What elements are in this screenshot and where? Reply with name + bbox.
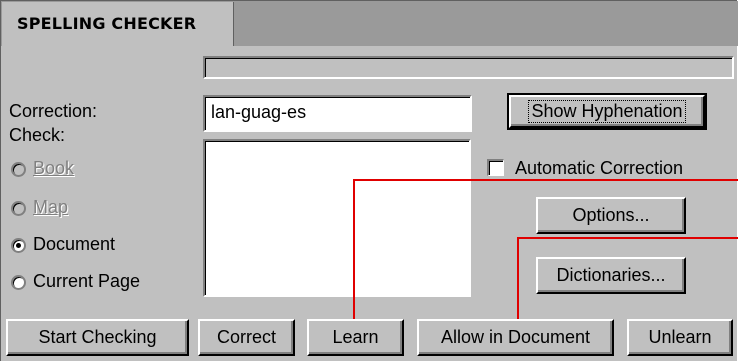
- correct-button[interactable]: Correct: [198, 319, 295, 356]
- start-checking-button[interactable]: Start Checking: [6, 319, 189, 356]
- radio-current-page-label: Current Page: [33, 271, 141, 291]
- callout-line-learn-vertical: [353, 179, 355, 319]
- start-checking-label: Start Checking: [38, 327, 157, 347]
- check-label: Check:: [9, 125, 66, 145]
- allow-in-document-button[interactable]: Allow in Document: [417, 319, 614, 356]
- status-bar: [203, 56, 734, 79]
- dictionaries-label: Dictionaries...: [556, 265, 666, 285]
- allow-in-document-label: Allow in Document: [440, 327, 591, 347]
- tab-spelling-checker[interactable]: SPELLING CHECKER: [2, 2, 234, 46]
- radio-map-label: Map: [33, 197, 69, 217]
- radio-document[interactable]: [11, 238, 26, 253]
- callout-line-allow-horizontal: [517, 237, 738, 239]
- correction-label: Correction:: [9, 101, 98, 121]
- suggestions-list[interactable]: [203, 139, 471, 297]
- radio-selected-dot: [16, 243, 21, 248]
- options-label: Options...: [572, 205, 650, 225]
- radio-book[interactable]: [11, 162, 26, 177]
- tab-title: SPELLING CHECKER: [17, 14, 197, 33]
- automatic-correction-checkbox[interactable]: [487, 159, 504, 176]
- correct-label: Correct: [216, 327, 276, 347]
- radio-book-label: Book: [33, 158, 75, 178]
- show-hyphenation-button[interactable]: Show Hyphenation: [507, 93, 707, 130]
- unlearn-label: Unlearn: [648, 327, 712, 347]
- radio-current-page[interactable]: [11, 275, 26, 290]
- correction-value: lan-guag-es: [211, 102, 307, 122]
- options-button[interactable]: Options...: [536, 197, 686, 234]
- radio-document-label: Document: [33, 234, 116, 254]
- automatic-correction-label: Automatic Correction: [515, 158, 684, 178]
- learn-label: Learn: [332, 327, 379, 347]
- radio-map[interactable]: [11, 201, 26, 216]
- correction-input[interactable]: lan-guag-es: [203, 95, 472, 132]
- unlearn-button[interactable]: Unlearn: [627, 319, 733, 356]
- learn-button[interactable]: Learn: [307, 319, 404, 356]
- spelling-checker-dialog: SPELLING CHECKER Correction: lan-guag-es…: [0, 0, 738, 361]
- callout-line-learn-horizontal: [353, 179, 738, 181]
- show-hyphenation-label: Show Hyphenation: [528, 100, 686, 123]
- dictionaries-button[interactable]: Dictionaries...: [536, 257, 686, 294]
- tab-bar: SPELLING CHECKER: [1, 1, 738, 46]
- callout-line-allow-vertical: [517, 237, 519, 319]
